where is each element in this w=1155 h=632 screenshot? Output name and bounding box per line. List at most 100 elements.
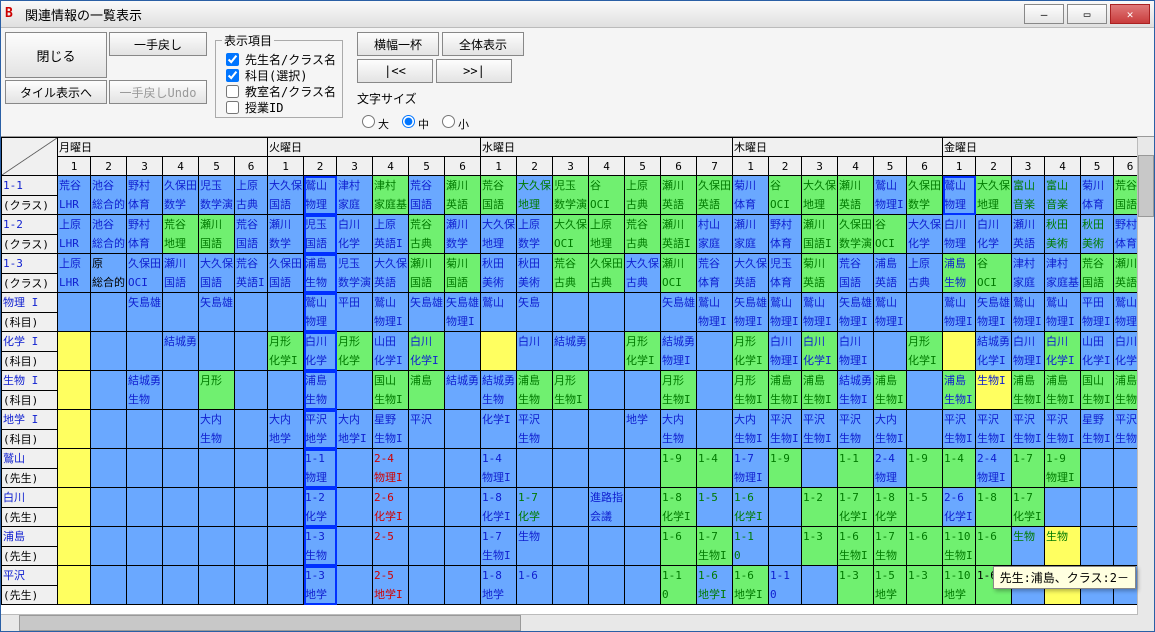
timetable-cell[interactable] bbox=[625, 488, 661, 527]
timetable-cell[interactable]: 秋田美術 bbox=[517, 254, 553, 293]
timetable-cell[interactable] bbox=[697, 371, 733, 410]
timetable-cell[interactable] bbox=[553, 449, 589, 488]
timetable-cell[interactable]: 平沢生物 bbox=[838, 410, 874, 449]
maximize-button[interactable]: ▭ bbox=[1067, 4, 1107, 24]
timetable-cell[interactable]: 鷲山物理I bbox=[802, 293, 838, 332]
timetable-cell[interactable]: 瀬川英語 bbox=[838, 176, 874, 215]
timetable-cell[interactable]: 富山音楽 bbox=[1045, 176, 1081, 215]
timetable-cell[interactable] bbox=[58, 332, 91, 371]
timetable-cell[interactable] bbox=[235, 527, 268, 566]
timetable-cell[interactable]: 浦島生物I bbox=[802, 371, 838, 410]
timetable-cell[interactable]: 国山生物I bbox=[1081, 371, 1114, 410]
tile-view-button[interactable]: タイル表示へ bbox=[5, 80, 107, 104]
timetable-cell[interactable]: 化学I bbox=[481, 410, 517, 449]
timetable-grid-container[interactable]: 月曜日火曜日水曜日木曜日金曜日1234561234561234567123456… bbox=[1, 137, 1154, 631]
timetable-cell[interactable]: 1-6地学I bbox=[697, 566, 733, 605]
timetable-cell[interactable] bbox=[199, 332, 235, 371]
timetable-cell[interactable]: 鷲山物理I bbox=[943, 293, 976, 332]
timetable-cell[interactable]: 瀬川英語 bbox=[445, 176, 481, 215]
fontsize-large[interactable] bbox=[362, 115, 375, 128]
timetable-cell[interactable] bbox=[91, 488, 127, 527]
timetable-cell[interactable]: 浦島生物I bbox=[874, 371, 907, 410]
timetable-cell[interactable]: 浦島英語 bbox=[874, 254, 907, 293]
timetable-cell[interactable] bbox=[91, 293, 127, 332]
timetable-cell[interactable] bbox=[127, 566, 163, 605]
close-window-button[interactable]: ✕ bbox=[1110, 4, 1150, 24]
timetable-cell[interactable] bbox=[127, 488, 163, 527]
timetable-cell[interactable]: 1-5地学 bbox=[874, 566, 907, 605]
timetable-cell[interactable]: 1-7生物 bbox=[874, 527, 907, 566]
timetable-cell[interactable]: 菊川体育 bbox=[1081, 176, 1114, 215]
fontsize-medium[interactable] bbox=[402, 115, 415, 128]
timetable-cell[interactable]: 1-8化学I bbox=[661, 488, 697, 527]
timetable-cell[interactable] bbox=[409, 488, 445, 527]
timetable-cell[interactable]: 1-7生物I bbox=[481, 527, 517, 566]
timetable-cell[interactable]: 浦島 bbox=[409, 371, 445, 410]
timetable-cell[interactable]: 1-10地学 bbox=[943, 566, 976, 605]
timetable-cell[interactable]: 谷OCI bbox=[769, 176, 802, 215]
prev-button[interactable]: |<< bbox=[357, 59, 433, 83]
timetable-cell[interactable]: 大久保英語 bbox=[373, 254, 409, 293]
timetable-cell[interactable]: 久保田英語 bbox=[697, 176, 733, 215]
timetable-cell[interactable]: 上原古典 bbox=[235, 176, 268, 215]
timetable-cell[interactable]: 児玉体育 bbox=[769, 254, 802, 293]
timetable-cell[interactable]: 鷲山物理I bbox=[373, 293, 409, 332]
timetable-cell[interactable]: 1-5 bbox=[697, 488, 733, 527]
timetable-cell[interactable]: 鷲山物理I bbox=[697, 293, 733, 332]
timetable-cell[interactable]: 月形化学I bbox=[907, 332, 943, 371]
timetable-cell[interactable]: 1-9物理I bbox=[1045, 449, 1081, 488]
timetable-cell[interactable]: 平沢生物I bbox=[976, 410, 1012, 449]
timetable-cell[interactable]: 津村家庭 bbox=[1012, 254, 1045, 293]
timetable-cell[interactable] bbox=[337, 527, 373, 566]
timetable-cell[interactable] bbox=[163, 293, 199, 332]
timetable-cell[interactable] bbox=[337, 566, 373, 605]
timetable-cell[interactable]: 1-10生物I bbox=[943, 527, 976, 566]
timetable-cell[interactable] bbox=[589, 449, 625, 488]
timetable-cell[interactable]: 大久保化学 bbox=[907, 215, 943, 254]
timetable-cell[interactable]: 上原古典 bbox=[907, 254, 943, 293]
timetable-cell[interactable]: 池谷総合的 bbox=[91, 215, 127, 254]
timetable-cell[interactable]: 生物 bbox=[1045, 527, 1081, 566]
timetable-cell[interactable]: 1-2 bbox=[802, 488, 838, 527]
timetable-cell[interactable]: 大内地学 bbox=[268, 410, 304, 449]
timetable-cell[interactable]: 1-4物理I bbox=[481, 449, 517, 488]
timetable-cell[interactable] bbox=[625, 566, 661, 605]
timetable-cell[interactable]: 1-3 bbox=[907, 566, 943, 605]
timetable-cell[interactable]: 浦島生物I bbox=[769, 371, 802, 410]
chk-room-class[interactable] bbox=[226, 85, 239, 98]
timetable-cell[interactable]: 結城勇物理I bbox=[661, 332, 697, 371]
timetable-cell[interactable]: 荒谷地理 bbox=[163, 215, 199, 254]
timetable-cell[interactable]: 結城勇化学I bbox=[976, 332, 1012, 371]
timetable-cell[interactable] bbox=[268, 449, 304, 488]
timetable-cell[interactable]: 秋田美術 bbox=[481, 254, 517, 293]
timetable-cell[interactable]: 月形化学 bbox=[337, 332, 373, 371]
timetable-cell[interactable]: 久保田数学 bbox=[907, 176, 943, 215]
vertical-scrollbar[interactable] bbox=[1137, 137, 1154, 631]
timetable-cell[interactable]: 結城勇 bbox=[163, 332, 199, 371]
timetable-cell[interactable]: 大内生物 bbox=[199, 410, 235, 449]
timetable-cell[interactable] bbox=[235, 371, 268, 410]
timetable-cell[interactable]: 1-6 bbox=[907, 527, 943, 566]
timetable-cell[interactable]: 瀬川家庭 bbox=[733, 215, 769, 254]
fontsize-small[interactable] bbox=[442, 115, 455, 128]
timetable-cell[interactable]: 白川 bbox=[517, 332, 553, 371]
timetable-cell[interactable] bbox=[127, 410, 163, 449]
timetable-cell[interactable]: 荒谷古典 bbox=[553, 254, 589, 293]
timetable-cell[interactable]: 白川物理I bbox=[769, 332, 802, 371]
timetable-cell[interactable] bbox=[235, 332, 268, 371]
timetable-cell[interactable]: 生物 bbox=[517, 527, 553, 566]
timetable-cell[interactable] bbox=[91, 410, 127, 449]
timetable-cell[interactable]: 上原古典 bbox=[625, 176, 661, 215]
timetable-cell[interactable] bbox=[553, 566, 589, 605]
timetable-cell[interactable] bbox=[907, 371, 943, 410]
timetable-cell[interactable]: 1-6 bbox=[517, 566, 553, 605]
timetable-cell[interactable] bbox=[199, 566, 235, 605]
timetable-cell[interactable]: 荒谷国語 bbox=[235, 215, 268, 254]
timetable-cell[interactable]: 菊川英語 bbox=[802, 254, 838, 293]
timetable-cell[interactable] bbox=[409, 566, 445, 605]
timetable-cell[interactable]: 池谷総合的 bbox=[91, 176, 127, 215]
timetable-cell[interactable]: 秋田美術 bbox=[1081, 215, 1114, 254]
timetable-cell[interactable]: 大久保古典 bbox=[625, 254, 661, 293]
timetable-cell[interactable]: 1-10 bbox=[769, 566, 802, 605]
timetable-cell[interactable]: 荒谷体育 bbox=[697, 254, 733, 293]
